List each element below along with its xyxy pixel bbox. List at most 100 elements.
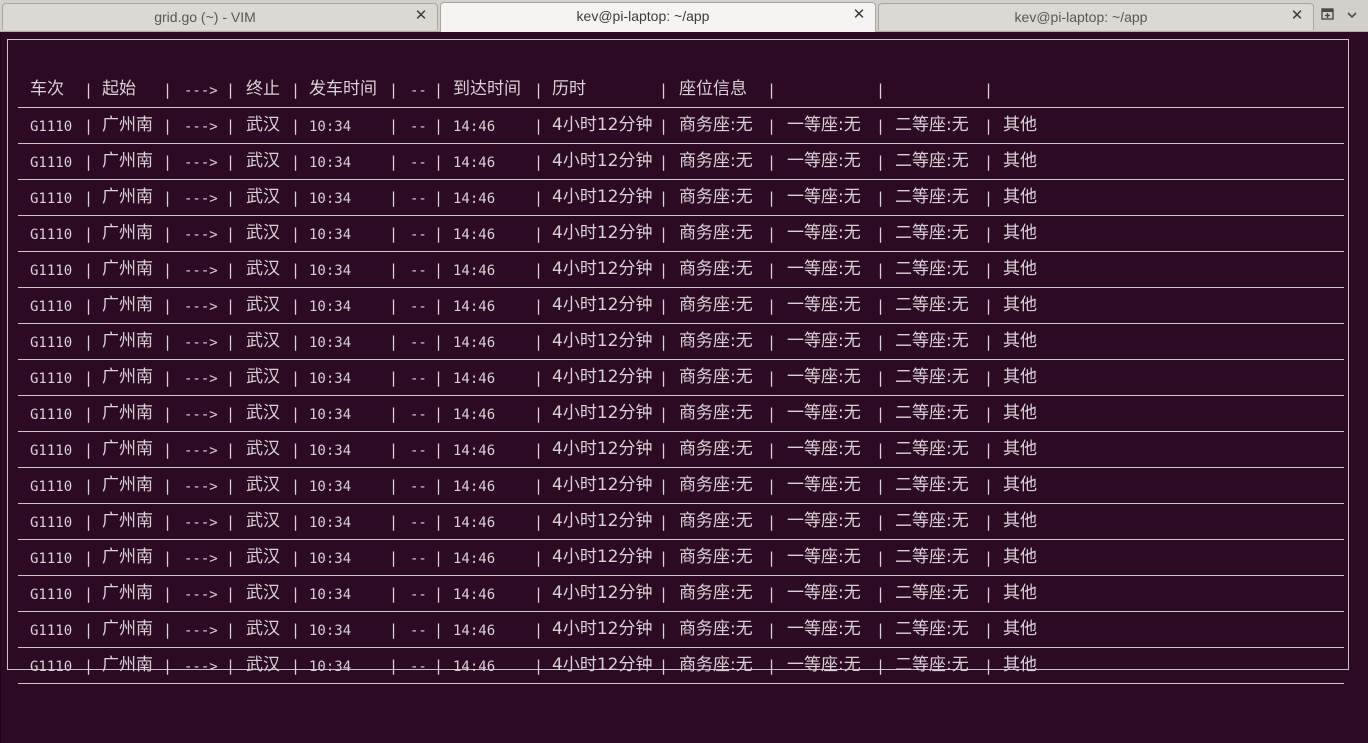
cell-to: 武汉 xyxy=(246,655,280,675)
table-row: G1110 广州南 ---> 武汉 10:34 -- 14:46 4小时12分钟 商务座:无 一等… xyxy=(18,505,1344,540)
column-separator: | xyxy=(876,621,886,639)
cell-first: 一等座:无 xyxy=(787,295,861,315)
close-icon[interactable]: ✕ xyxy=(413,8,429,24)
cell-second: 二等座:无 xyxy=(895,619,969,639)
terminal-output[interactable]: 车次 起始 ---> 终止 发车时间 -- 到达时间 历时 座位信息 | | | | | | | | | | | G11… xyxy=(0,33,1368,743)
column-separator: | xyxy=(291,297,301,315)
column-separator: | xyxy=(84,297,94,315)
column-separator: | xyxy=(984,117,994,135)
cell-second: 二等座:无 xyxy=(895,367,969,387)
column-separator: | xyxy=(876,369,886,387)
cell-second: 二等座:无 xyxy=(895,187,969,207)
cell-other: 其他 xyxy=(1003,367,1037,387)
column-separator: | xyxy=(767,585,777,603)
cell-arrow: ---> xyxy=(184,155,218,171)
column-separator: | xyxy=(659,513,669,531)
column-separator: | xyxy=(226,81,236,99)
column-separator: | xyxy=(163,153,173,171)
column-separator: | xyxy=(434,477,444,495)
column-separator: | xyxy=(984,405,994,423)
cell-first: 一等座:无 xyxy=(787,655,861,675)
cell-from: 广州南 xyxy=(102,583,153,603)
cell-train: G1110 xyxy=(30,551,73,567)
cell-second: 二等座:无 xyxy=(895,223,969,243)
column-separator: | xyxy=(984,333,994,351)
cell-business: 商务座:无 xyxy=(679,295,753,315)
cell-other: 其他 xyxy=(1003,583,1037,603)
cell-duration: 4小时12分钟 xyxy=(552,583,653,603)
column-separator: | xyxy=(291,333,301,351)
cell-train: G1110 xyxy=(30,515,73,531)
cell-other: 其他 xyxy=(1003,439,1037,459)
column-separator: | xyxy=(84,549,94,567)
cell-other: 其他 xyxy=(1003,547,1037,567)
cell-second: 二等座:无 xyxy=(895,259,969,279)
column-separator: | xyxy=(84,189,94,207)
cell-train: G1110 xyxy=(30,443,73,459)
cell-second: 二等座:无 xyxy=(895,115,969,135)
cell-to: 武汉 xyxy=(246,115,280,135)
column-separator: | xyxy=(389,261,399,279)
column-separator: | xyxy=(876,225,886,243)
cell-duration: 4小时12分钟 xyxy=(552,547,653,567)
tabs-menu-chevron-down-icon[interactable] xyxy=(1345,8,1359,24)
column-separator: | xyxy=(767,333,777,351)
column-separator: | xyxy=(434,513,444,531)
cell-first: 一等座:无 xyxy=(787,151,861,171)
column-separator: | xyxy=(84,585,94,603)
cell-dash: -- xyxy=(410,443,427,459)
tab-vim[interactable]: grid.go (~) - VIM ✕ xyxy=(2,3,438,30)
cell-arrive: 14:46 xyxy=(453,623,496,639)
column-separator: | xyxy=(226,153,236,171)
column-separator: | xyxy=(659,333,669,351)
column-separator: | xyxy=(84,405,94,423)
cell-depart: 10:34 xyxy=(309,227,352,243)
table-row: G1110 广州南 ---> 武汉 10:34 -- 14:46 4小时12分钟 商务座:无 一等… xyxy=(18,253,1344,288)
column-separator: | xyxy=(84,657,94,675)
close-icon[interactable]: ✕ xyxy=(851,7,867,23)
tab-terminal[interactable]: kev@pi-laptop: ~/app ✕ xyxy=(878,3,1314,30)
column-separator: | xyxy=(767,441,777,459)
cell-arrow: ---> xyxy=(184,371,218,387)
cell-second: 二等座:无 xyxy=(895,655,969,675)
column-separator: | xyxy=(534,261,544,279)
column-separator: | xyxy=(534,405,544,423)
cell-depart: 10:34 xyxy=(309,299,352,315)
column-separator: | xyxy=(534,585,544,603)
column-separator: | xyxy=(226,585,236,603)
cell-arrow: ---> xyxy=(184,479,218,495)
column-separator: | xyxy=(434,585,444,603)
column-separator: | xyxy=(291,477,301,495)
column-separator: | xyxy=(84,225,94,243)
close-icon[interactable]: ✕ xyxy=(1289,8,1305,24)
column-separator: | xyxy=(226,117,236,135)
column-separator: | xyxy=(767,549,777,567)
cell-arrive: 14:46 xyxy=(453,479,496,495)
table-row: G1110 广州南 ---> 武汉 10:34 -- 14:46 4小时12分钟 商务座:无 一等… xyxy=(18,397,1344,432)
cell-depart: 10:34 xyxy=(309,479,352,495)
cell-other: 其他 xyxy=(1003,115,1037,135)
cell-first: 一等座:无 xyxy=(787,115,861,135)
cell-train: G1110 xyxy=(30,479,73,495)
column-separator: | xyxy=(389,297,399,315)
cell-duration: 4小时12分钟 xyxy=(552,367,653,387)
new-tab-icon[interactable] xyxy=(1318,6,1338,26)
cell-arrive: 14:46 xyxy=(453,335,496,351)
column-separator: | xyxy=(984,549,994,567)
column-separator: | xyxy=(389,333,399,351)
column-separator: | xyxy=(226,657,236,675)
column-separator: | xyxy=(291,621,301,639)
cell-from: 广州南 xyxy=(102,655,153,675)
column-separator: | xyxy=(434,657,444,675)
column-separator: | xyxy=(984,261,994,279)
tab-terminal-active[interactable]: kev@pi-laptop: ~/app ✕ xyxy=(440,2,876,32)
cell-depart: 10:34 xyxy=(309,551,352,567)
cell-business: 商务座:无 xyxy=(679,619,753,639)
column-separator: | xyxy=(767,369,777,387)
column-separator: | xyxy=(291,657,301,675)
cell-dash: -- xyxy=(410,227,427,243)
column-separator: | xyxy=(226,369,236,387)
cell-train: G1110 xyxy=(30,263,73,279)
column-separator: | xyxy=(226,549,236,567)
cell-dash: -- xyxy=(410,587,427,603)
